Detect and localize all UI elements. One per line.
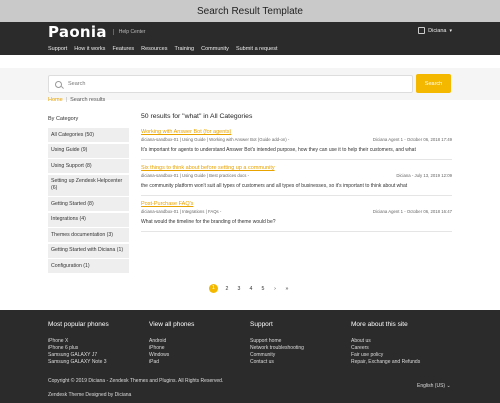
avatar-icon <box>418 27 426 34</box>
page-1[interactable]: 1 <box>209 284 218 293</box>
footer-link[interactable]: Community <box>250 352 304 359</box>
breadcrumb-home[interactable]: Home <box>48 97 63 103</box>
footer-column-all-phones: View all phones Android iPhone Windows i… <box>149 321 194 366</box>
window-title: Search Result Template <box>197 5 303 17</box>
result-title[interactable]: Post-Purchase FAQ's <box>141 201 452 207</box>
breadcrumb-current: Search results <box>70 97 106 103</box>
search-section: Search Search <box>0 68 500 100</box>
nav-training[interactable]: Training <box>174 46 194 52</box>
result-author-date: Diciana Agent 1 - October 06, 2018 17:49 <box>372 137 452 142</box>
category-themes-docs[interactable]: Themes documentation (3) <box>48 228 129 242</box>
footer-column-phones: Most popular phones iPhone X iPhone 6 pl… <box>48 321 109 366</box>
result-meta: diciana-sandbox-01 | Integrations | FAQs… <box>141 209 452 214</box>
result-path: diciana-sandbox-01 | Integrations | FAQs… <box>141 209 222 214</box>
search-icon <box>55 80 62 88</box>
footer-link[interactable]: iPhone <box>149 345 194 352</box>
footer-link[interactable]: Windows <box>149 352 194 359</box>
result-path: diciana-sandbox-01 | Using Guide | Best … <box>141 173 250 178</box>
page-4[interactable]: 4 <box>245 286 257 292</box>
nav-resources[interactable]: Resources <box>141 46 167 52</box>
category-configuration[interactable]: Configuration (1) <box>48 259 129 273</box>
search-input[interactable]: Search <box>48 75 413 93</box>
footer-link[interactable]: iPad <box>149 359 194 366</box>
result-item: Six things to think about before setting… <box>141 165 452 196</box>
footer-heading: Most popular phones <box>48 321 109 328</box>
category-all[interactable]: All Categories (50) <box>48 128 129 142</box>
footer-heading: View all phones <box>149 321 195 328</box>
category-setting-up-helpcenter[interactable]: Setting up Zendesk Helpcenter (6) <box>48 174 129 196</box>
footer-link[interactable]: iPhone 6 plus <box>48 345 109 352</box>
user-menu[interactable]: Diciana ▾ <box>418 27 452 34</box>
result-snippet: the community platform won't suit all ty… <box>141 183 408 189</box>
theme-credit: Zendesk Theme Designed by Diciana <box>48 392 132 398</box>
nav-submit-request[interactable]: Submit a request <box>236 46 278 52</box>
result-item: Working with Answer Bot (for agents) dic… <box>141 129 452 160</box>
result-meta: diciana-sandbox-01 | Using Guide | Best … <box>141 173 452 178</box>
filter-heading: By Category <box>48 116 79 122</box>
page-next[interactable]: › <box>269 286 281 292</box>
footer-link[interactable]: Contact us <box>250 359 304 366</box>
footer-link[interactable]: Samsung GALAXY J7 <box>48 352 109 359</box>
category-using-guide[interactable]: Using Guide (9) <box>48 143 129 158</box>
footer-link[interactable]: Android <box>149 338 194 345</box>
result-title[interactable]: Working with Answer Bot (for agents) <box>141 129 452 135</box>
site-logo[interactable]: Paonia <box>48 23 107 41</box>
footer-column-support: Support Support home Network troubleshoo… <box>250 321 304 366</box>
category-integrations[interactable]: Integrations (4) <box>48 212 129 227</box>
result-snippet: What would the timeline for the branding… <box>141 219 276 225</box>
user-name: Diciana <box>428 27 447 34</box>
footer-link[interactable]: Repair, Exchange and Refunds <box>351 359 420 366</box>
footer-link[interactable]: Network troubleshooting <box>250 345 304 352</box>
footer-link[interactable]: Careers <box>351 345 420 352</box>
result-path: diciana-sandbox-01 | Using Guide | Worki… <box>141 137 290 142</box>
site-header: Paonia Help Center Diciana ▾ <box>0 22 500 42</box>
footer-link[interactable]: Fair use policy <box>351 352 420 359</box>
result-author-date: Diciana Agent 1 - October 06, 2018 16:47 <box>372 209 452 214</box>
breadcrumb-separator: | <box>65 97 68 103</box>
language-selector[interactable]: English (US) ⌄ <box>417 383 451 389</box>
category-filter: By Category All Categories (50) Using Gu… <box>48 116 129 275</box>
main-nav: Support How it works Features Resources … <box>0 42 500 55</box>
results-heading: 50 results for "what" in All Categories <box>141 113 253 120</box>
site-footer: Most popular phones iPhone X iPhone 6 pl… <box>0 310 500 403</box>
page-last[interactable]: » <box>281 286 293 292</box>
result-author-date: Diciana - July 13, 2019 12:09 <box>396 173 452 178</box>
footer-heading: More about this site <box>351 321 408 328</box>
window-titlebar: Search Result Template <box>0 0 500 22</box>
pagination: 1 2 3 4 5 › » <box>209 284 293 293</box>
page-3[interactable]: 3 <box>233 286 245 292</box>
chevron-down-icon: ▾ <box>449 27 452 34</box>
footer-link[interactable]: Samsung GALAXY Note 3 <box>48 359 109 366</box>
copyright: Copyright © 2019 Diciana - Zendesk Theme… <box>48 378 224 384</box>
page-5[interactable]: 5 <box>257 286 269 292</box>
result-meta: diciana-sandbox-01 | Using Guide | Worki… <box>141 137 452 142</box>
footer-heading: Support <box>250 321 273 328</box>
breadcrumb: Home | Search results <box>48 97 105 103</box>
footer-link[interactable]: Support home <box>250 338 304 345</box>
category-getting-started[interactable]: Getting Started (8) <box>48 197 129 211</box>
result-title[interactable]: Six things to think about before setting… <box>141 165 452 171</box>
nav-community[interactable]: Community <box>201 46 229 52</box>
logo-subtitle: Help Center <box>112 29 145 35</box>
footer-column-about: More about this site About us Careers Fa… <box>351 321 420 366</box>
nav-features[interactable]: Features <box>112 46 134 52</box>
search-placeholder: Search <box>68 81 86 87</box>
footer-link[interactable]: About us <box>351 338 420 345</box>
category-using-support[interactable]: Using Support (8) <box>48 159 129 173</box>
footer-link[interactable]: iPhone X <box>48 338 109 345</box>
nav-support[interactable]: Support <box>48 46 67 52</box>
nav-how-it-works[interactable]: How it works <box>74 46 105 52</box>
search-button[interactable]: Search <box>416 74 451 93</box>
result-snippet: It's important for agents to understand … <box>141 147 416 153</box>
page-2[interactable]: 2 <box>221 286 233 292</box>
category-getting-started-diciana[interactable]: Getting Started with Diciana (1) <box>48 243 129 258</box>
result-item: Post-Purchase FAQ's diciana-sandbox-01 |… <box>141 201 452 232</box>
search-results: 50 results for "what" in All Categories … <box>141 113 452 237</box>
